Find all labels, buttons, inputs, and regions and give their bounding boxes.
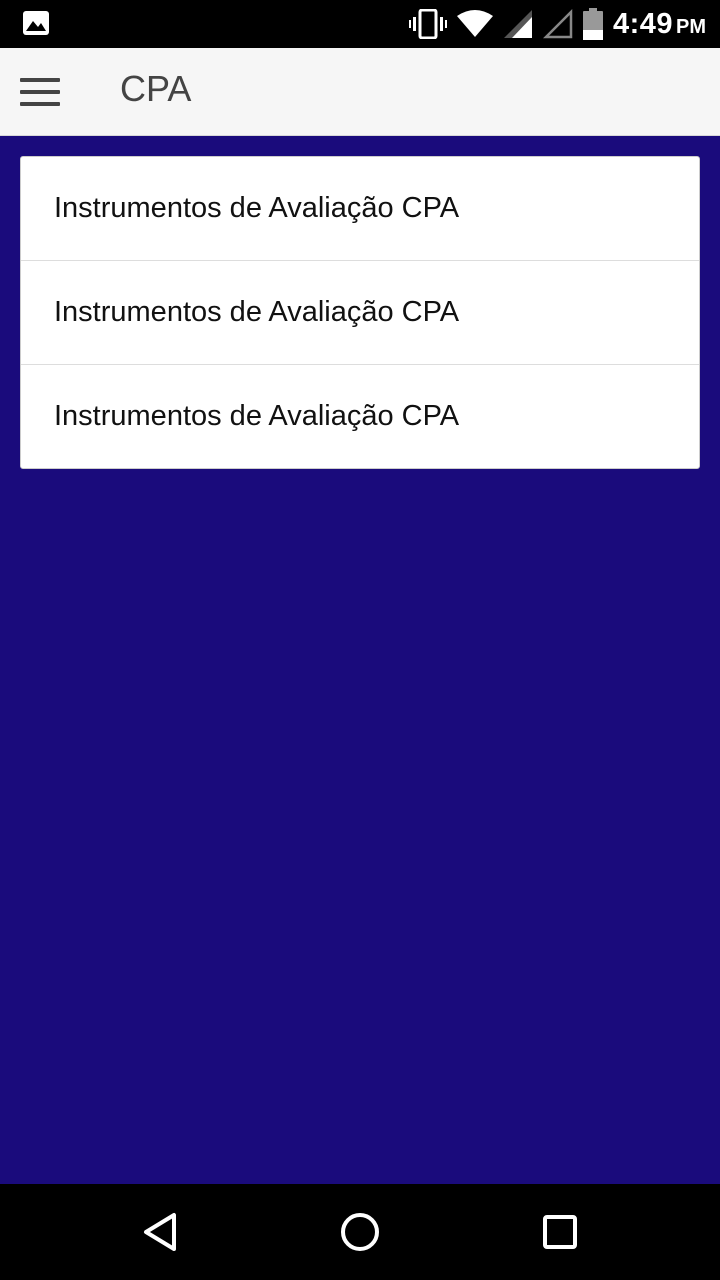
list-item[interactable]: Instrumentos de Avaliação CPA — [21, 261, 699, 365]
navigation-bar — [0, 1184, 720, 1280]
back-icon[interactable] — [138, 1210, 182, 1254]
recents-icon[interactable] — [538, 1210, 582, 1254]
app-bar: CPA — [0, 48, 720, 136]
home-icon[interactable] — [338, 1210, 382, 1254]
vibrate-icon — [408, 9, 447, 39]
page-title: CPA — [120, 68, 192, 109]
status-time: 4:49 — [612, 7, 673, 40]
wifi-icon — [456, 10, 493, 37]
hamburger-menu-icon[interactable] — [18, 72, 62, 112]
signal-empty-icon — [542, 9, 573, 39]
status-ampm: PM — [676, 15, 706, 38]
status-bar: 4:49 PM — [0, 0, 720, 48]
image-icon — [23, 11, 49, 35]
battery-icon — [582, 8, 603, 40]
list-item[interactable]: Instrumentos de Avaliação CPA — [21, 157, 699, 261]
list-item[interactable]: Instrumentos de Avaliação CPA — [21, 365, 699, 468]
list-card: Instrumentos de Avaliação CPA Instrument… — [20, 156, 700, 469]
signal-icon — [503, 10, 532, 38]
